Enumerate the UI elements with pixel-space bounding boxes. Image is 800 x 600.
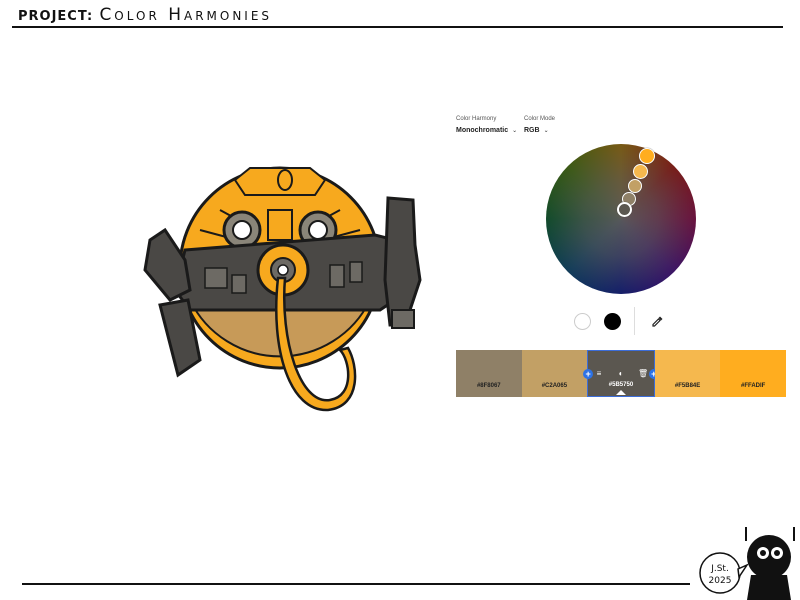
- light-color-button[interactable]: [574, 313, 591, 330]
- swatch-hex: #8F8067: [476, 383, 501, 389]
- color-mode-value: RGB: [524, 127, 540, 134]
- project-title: Color Harmonies: [99, 5, 273, 25]
- color-mode-label: Color Mode: [524, 116, 556, 122]
- header-divider: [12, 26, 783, 28]
- chevron-down-icon: ⌄: [543, 128, 549, 134]
- chevron-down-icon: ⌄: [512, 128, 518, 134]
- color-harmony-value: Monochromatic: [456, 127, 509, 134]
- eyedropper-icon[interactable]: [651, 315, 664, 328]
- footer-divider: [22, 583, 690, 585]
- color-harmony-control[interactable]: Color Harmony Monochromatic ⌄: [456, 116, 517, 134]
- wheel-handle-5[interactable]: [617, 202, 632, 217]
- signature-year: 2025: [709, 576, 732, 586]
- swatch-5[interactable]: #FFADIF: [720, 350, 786, 397]
- swatch-tools: ≡ ◐ 🗑: [588, 369, 654, 378]
- trash-icon[interactable]: 🗑: [638, 369, 648, 378]
- swatch-hex: #F5B84E: [674, 383, 701, 389]
- swatch-2[interactable]: #C2A065: [521, 350, 588, 397]
- contrast-icon[interactable]: ◐: [616, 369, 626, 378]
- swatch-hex: #5B5750: [608, 382, 634, 388]
- color-wheel-shade: [546, 144, 696, 294]
- color-harmony-label: Color Harmony: [456, 116, 497, 122]
- project-label: PROJECT:: [18, 9, 94, 24]
- sliders-icon[interactable]: ≡: [594, 369, 604, 378]
- color-mode-dropdown[interactable]: RGB ⌄: [524, 127, 555, 134]
- swatch-3-selected[interactable]: + ≡ ◐ 🗑 + #5B5750: [583, 350, 659, 397]
- swatch-1[interactable]: #8F8067: [456, 350, 522, 397]
- swatch-hex: #C2A065: [541, 383, 568, 389]
- wheel-tools-divider: [634, 307, 635, 335]
- signature-robot-logo: J.St. 2025: [699, 527, 795, 600]
- color-wheel[interactable]: [545, 143, 697, 295]
- dark-color-button[interactable]: [604, 313, 621, 330]
- swatch-hex: #FFADIF: [741, 383, 766, 389]
- wheel-handle-2[interactable]: [633, 164, 648, 179]
- wheel-handle-1[interactable]: [639, 148, 655, 164]
- wheel-handle-3[interactable]: [628, 179, 642, 193]
- swatch-4[interactable]: #F5B84E: [654, 350, 721, 397]
- page-header: PROJECT: Color Harmonies: [18, 5, 272, 25]
- signature-initials: J.St.: [710, 564, 729, 574]
- selected-caret-icon: [615, 390, 626, 395]
- robot-disc-illustration: [143, 166, 422, 412]
- swatch-strip: #8F8067 #C2A065 + ≡ ◐ 🗑 + #5B5750 #F5B84…: [456, 350, 786, 397]
- color-harmony-dropdown[interactable]: Monochromatic ⌄: [456, 127, 517, 134]
- color-mode-control[interactable]: Color Mode RGB ⌄: [524, 116, 555, 134]
